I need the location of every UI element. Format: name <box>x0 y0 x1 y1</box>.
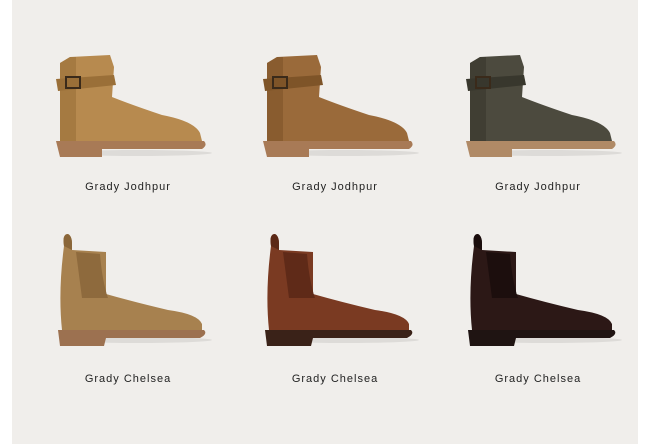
boot-upper <box>267 55 409 141</box>
product-name[interactable]: Grady Chelsea <box>438 373 638 385</box>
product-name[interactable]: Grady Jodhpur <box>235 181 435 193</box>
boot-image[interactable] <box>249 45 419 160</box>
product-grid: Grady Jodhpur Grady Jodhpur Grady Jodhpu… <box>12 0 638 444</box>
product-card[interactable]: Grady Jodhpur <box>42 45 242 245</box>
boot-heel-counter <box>470 57 486 141</box>
product-name[interactable]: Grady Chelsea <box>28 373 228 385</box>
boot-image[interactable] <box>42 45 212 160</box>
product-card[interactable]: Grady Jodhpur <box>249 45 449 245</box>
product-name[interactable]: Grady Jodhpur <box>438 181 638 193</box>
product-card[interactable]: Grady Chelsea <box>42 232 242 432</box>
product-name[interactable]: Grady Chelsea <box>235 373 435 385</box>
sole <box>58 330 206 346</box>
boot-image[interactable] <box>42 232 212 347</box>
sole <box>468 330 616 346</box>
product-card[interactable]: Grady Chelsea <box>452 232 650 432</box>
product-card[interactable]: Grady Jodhpur <box>452 45 650 245</box>
boot-upper <box>60 55 202 141</box>
boot-heel-counter <box>267 57 283 141</box>
boot-heel-counter <box>60 57 76 141</box>
boot-image[interactable] <box>249 232 419 347</box>
product-name[interactable]: Grady Jodhpur <box>28 181 228 193</box>
product-card[interactable]: Grady Chelsea <box>249 232 449 432</box>
boot-upper <box>470 55 612 141</box>
boot-image[interactable] <box>452 45 622 160</box>
sole <box>265 330 413 346</box>
boot-image[interactable] <box>452 232 622 347</box>
